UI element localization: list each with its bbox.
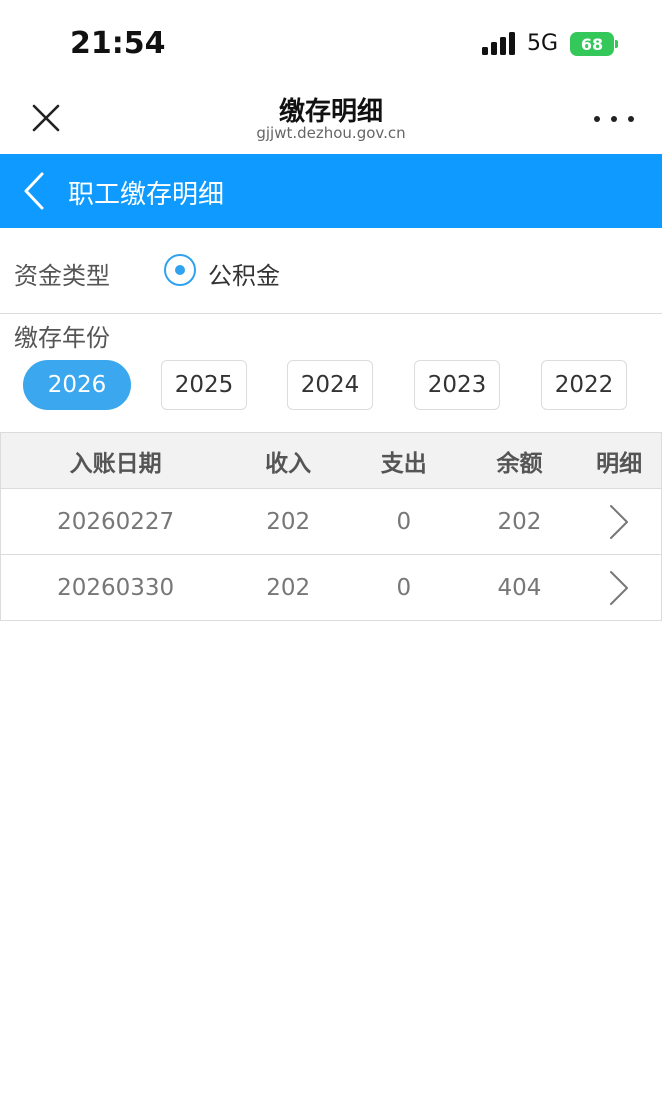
header-expense: 支出	[380, 450, 427, 477]
chevron-right-icon[interactable]	[607, 503, 631, 541]
chevron-right-icon[interactable]	[607, 569, 631, 607]
app-header: 职工缴存明细	[0, 154, 662, 228]
cell-income: 202	[266, 574, 311, 601]
back-icon[interactable]	[18, 170, 52, 212]
detail-cell[interactable]	[577, 569, 661, 607]
fund-type-row: 资金类型 公积金	[0, 228, 662, 314]
header-balance: 余额	[496, 450, 543, 477]
cell-income: 202	[266, 508, 311, 535]
fund-type-radio[interactable]	[164, 254, 196, 286]
header-detail: 明细	[596, 450, 643, 477]
table-header: 入账日期 收入 支出 余额 明细	[0, 432, 662, 489]
browser-nav-bar: 缴存明细 gjjwt.dezhou.gov.cn	[0, 88, 662, 154]
cell-balance: 202	[497, 508, 542, 535]
cell-date: 20260330	[57, 574, 175, 601]
fund-type-option[interactable]: 公积金	[208, 256, 280, 291]
battery-level: 68	[580, 34, 604, 54]
status-time: 21:54	[70, 26, 166, 61]
year-button-2023[interactable]: 2023	[414, 360, 500, 410]
app-header-title: 职工缴存明细	[68, 180, 225, 210]
header-income: 收入	[265, 450, 312, 477]
more-options-icon[interactable]	[594, 112, 634, 126]
network-label: 5G	[527, 31, 559, 56]
deposit-table: 入账日期 收入 支出 余额 明细 20260227 202 0 202 2026…	[0, 432, 662, 621]
battery-icon: 68	[570, 32, 614, 56]
page-title: 缴存明细	[278, 97, 383, 127]
battery-tip	[615, 40, 618, 48]
cell-date: 20260227	[57, 508, 175, 535]
header-date: 入账日期	[69, 450, 162, 477]
year-button-2026[interactable]: 2026	[23, 360, 131, 410]
cell-expense: 0	[396, 574, 412, 601]
year-label: 缴存年份	[14, 324, 110, 352]
status-bar: 21:54 5G 68	[0, 0, 662, 88]
year-button-2025[interactable]: 2025	[161, 360, 247, 410]
signal-icon	[482, 32, 515, 55]
page-url: gjjwt.dezhou.gov.cn	[256, 124, 406, 142]
cell-expense: 0	[396, 508, 412, 535]
year-button-2024[interactable]: 2024	[287, 360, 373, 410]
cell-balance: 404	[497, 574, 542, 601]
table-row[interactable]: 20260227 202 0 202	[0, 489, 662, 555]
detail-cell[interactable]	[577, 503, 661, 541]
year-button-2022[interactable]: 2022	[541, 360, 627, 410]
table-row[interactable]: 20260330 202 0 404	[0, 555, 662, 621]
fund-type-label: 资金类型	[14, 262, 110, 290]
